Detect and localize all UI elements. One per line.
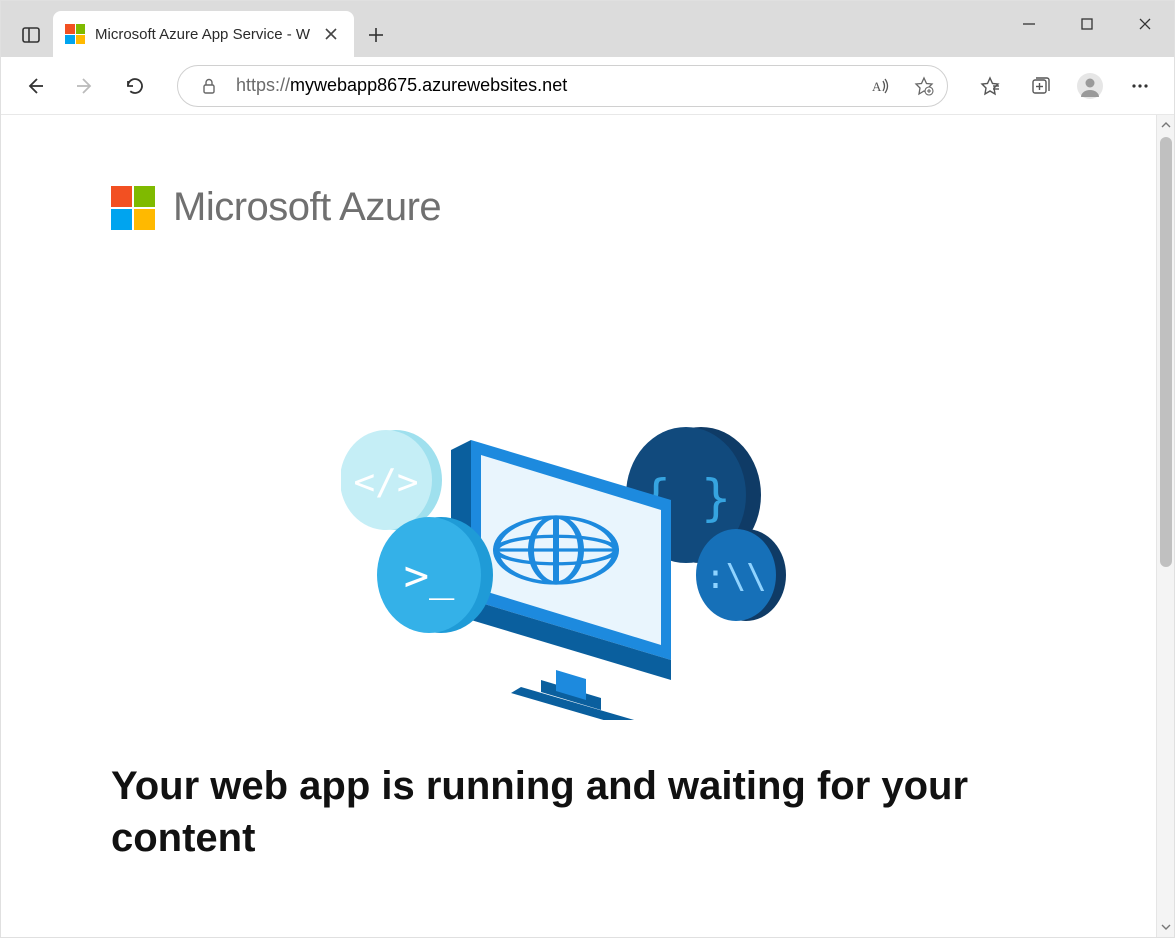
url-protocol: https:// bbox=[236, 75, 290, 95]
svg-text:</>: </> bbox=[353, 462, 418, 503]
url-host: mywebapp8675.azurewebsites.net bbox=[290, 75, 567, 95]
site-lock-icon[interactable] bbox=[192, 69, 226, 103]
address-url: https://mywebapp8675.azurewebsites.net bbox=[236, 75, 853, 96]
more-menu-button[interactable] bbox=[1116, 62, 1164, 110]
add-favorite-icon[interactable] bbox=[907, 69, 941, 103]
microsoft-favicon-icon bbox=[65, 24, 85, 44]
collections-button[interactable] bbox=[1016, 62, 1064, 110]
forward-button[interactable] bbox=[61, 62, 109, 110]
microsoft-logo-icon bbox=[111, 186, 155, 230]
brand-text: Microsoft Azure bbox=[173, 185, 441, 230]
vertical-scrollbar[interactable] bbox=[1156, 115, 1174, 937]
back-button[interactable] bbox=[11, 62, 59, 110]
window-close-button[interactable] bbox=[1116, 1, 1174, 47]
svg-text:>_: >_ bbox=[404, 551, 455, 600]
page-body: Microsoft Azure { } bbox=[1, 115, 1156, 937]
refresh-button[interactable] bbox=[111, 62, 159, 110]
window-controls bbox=[1000, 1, 1174, 47]
scroll-thumb[interactable] bbox=[1160, 137, 1172, 567]
window-maximize-button[interactable] bbox=[1058, 1, 1116, 47]
azure-brand: Microsoft Azure bbox=[111, 185, 1156, 230]
svg-text:A: A bbox=[872, 79, 882, 94]
page-heading: Your web app is running and waiting for … bbox=[111, 760, 1051, 864]
window-minimize-button[interactable] bbox=[1000, 1, 1058, 47]
browser-tab-active[interactable]: Microsoft Azure App Service - W bbox=[53, 11, 354, 57]
tab-strip: Microsoft Azure App Service - W bbox=[1, 1, 398, 57]
new-tab-button[interactable] bbox=[354, 13, 398, 57]
tab-title: Microsoft Azure App Service - W bbox=[95, 26, 310, 43]
titlebar: Microsoft Azure App Service - W bbox=[1, 1, 1174, 57]
read-aloud-icon[interactable]: A bbox=[863, 69, 897, 103]
scroll-down-arrow-icon[interactable] bbox=[1157, 917, 1174, 937]
tab-actions-button[interactable] bbox=[9, 13, 53, 57]
hero-illustration: { } bbox=[341, 400, 801, 720]
profile-button[interactable] bbox=[1066, 62, 1114, 110]
browser-toolbar: https://mywebapp8675.azurewebsites.net A bbox=[1, 57, 1174, 115]
content-area: Microsoft Azure { } bbox=[1, 115, 1174, 937]
tab-close-button[interactable] bbox=[320, 23, 342, 45]
svg-text::\\: :\\ bbox=[705, 557, 766, 597]
favorites-button[interactable] bbox=[966, 62, 1014, 110]
address-bar[interactable]: https://mywebapp8675.azurewebsites.net A bbox=[177, 65, 948, 107]
scroll-up-arrow-icon[interactable] bbox=[1157, 115, 1174, 135]
